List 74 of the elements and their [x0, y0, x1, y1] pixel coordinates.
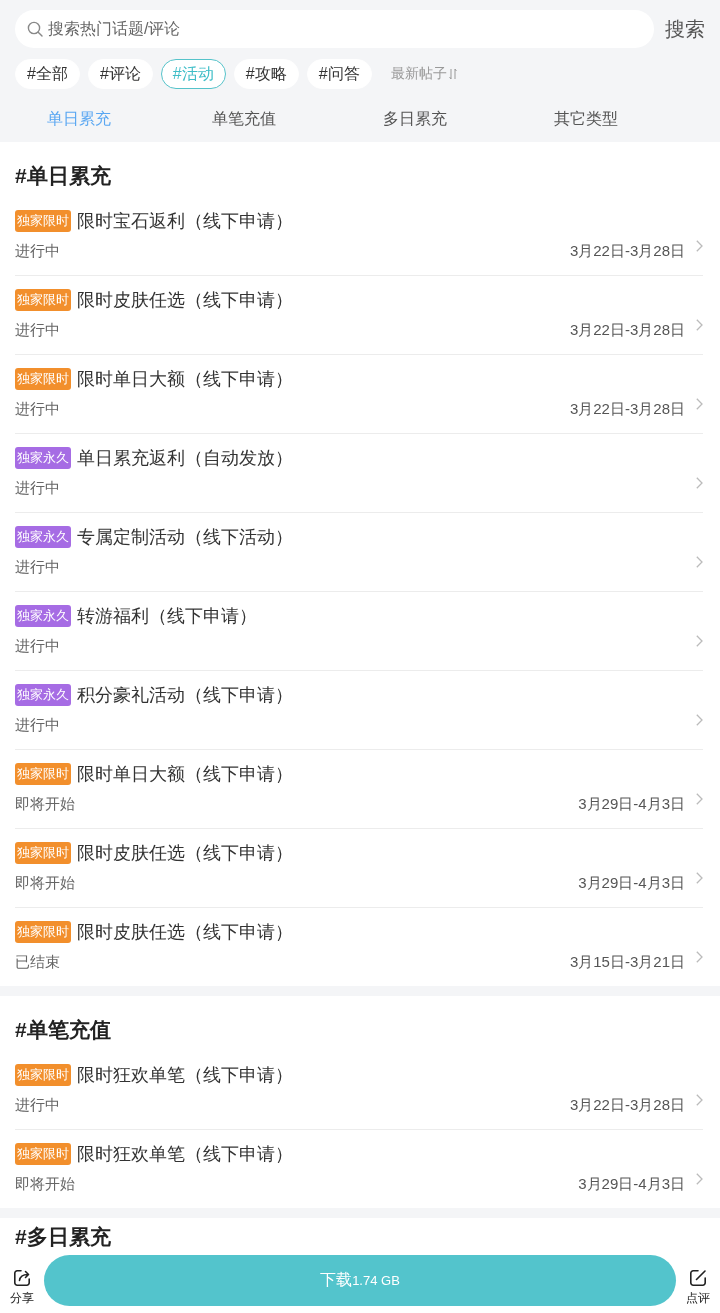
activity-tag: 独家限时 — [15, 1064, 71, 1086]
activity-status: 即将开始 — [15, 794, 75, 814]
activity-date: 3月22日-3月28日 — [569, 241, 685, 261]
share-icon[interactable] — [12, 1268, 32, 1288]
edit-icon[interactable] — [688, 1268, 708, 1288]
topic-chip[interactable]: #全部 — [15, 59, 80, 89]
activity-tag: 独家限时 — [15, 368, 71, 390]
activity-tag: 独家限时 — [15, 921, 71, 943]
section-heading: #多日累充 — [15, 1225, 111, 1248]
review-label[interactable]: 点评 — [686, 1290, 710, 1306]
activity-date: 3月22日-3月28日 — [569, 320, 685, 340]
activity-title[interactable]: 限时皮肤任选（线下申请） — [77, 840, 293, 866]
activity-title[interactable]: 限时狂欢单笔（线下申请） — [77, 1141, 293, 1167]
activity-status: 进行中 — [15, 241, 60, 261]
share-label[interactable]: 分享 — [10, 1290, 34, 1306]
activity-tag: 独家限时 — [15, 763, 71, 785]
activity-title[interactable]: 专属定制活动（线下活动） — [77, 524, 293, 550]
activity-status: 进行中 — [15, 557, 60, 577]
category-tab[interactable]: 多日累充 — [382, 107, 447, 130]
topic-chip[interactable]: #评论 — [87, 59, 153, 89]
category-tab[interactable]: 单笔充值 — [211, 107, 276, 130]
chevron-icon — [696, 1094, 703, 1106]
activity-status: 已结束 — [15, 952, 60, 972]
activity-status: 进行中 — [15, 1095, 60, 1115]
section-heading: #单日累充 — [15, 164, 111, 187]
activity-title[interactable]: 限时皮肤任选（线下申请） — [77, 919, 293, 945]
activity-title[interactable]: 限时皮肤任选（线下申请） — [77, 287, 293, 313]
activity-title[interactable]: 积分豪礼活动（线下申请） — [77, 682, 293, 708]
chevron-icon — [696, 635, 703, 647]
chevron-icon — [696, 477, 703, 489]
topic-chip[interactable]: #攻略 — [233, 59, 299, 89]
activity-tag: 独家限时 — [15, 289, 71, 311]
activity-tag: 独家永久 — [15, 447, 71, 469]
activity-tag: 独家永久 — [15, 684, 71, 706]
activity-tag: 独家永久 — [15, 526, 71, 548]
activity-status: 即将开始 — [15, 873, 75, 893]
search-icon — [27, 21, 43, 37]
activity-date: 3月29日-4月3日 — [578, 873, 685, 893]
chevron-icon — [696, 872, 703, 884]
activity-status: 进行中 — [15, 715, 60, 735]
activity-title[interactable]: 限时狂欢单笔（线下申请） — [77, 1062, 293, 1088]
sort-icon — [448, 68, 457, 80]
activity-title[interactable]: 限时单日大额（线下申请） — [77, 761, 293, 787]
chevron-icon — [696, 714, 703, 726]
activity-tag: 独家限时 — [15, 842, 71, 864]
activity-tag: 独家限时 — [15, 210, 71, 232]
activity-date: 3月22日-3月28日 — [569, 399, 685, 419]
activity-status: 进行中 — [15, 320, 60, 340]
category-tab[interactable]: 其它类型 — [553, 107, 618, 130]
activity-date: 3月29日-4月3日 — [578, 794, 685, 814]
activity-title[interactable]: 限时宝石返利（线下申请） — [77, 208, 293, 234]
activity-status: 即将开始 — [15, 1174, 75, 1194]
chevron-icon — [696, 319, 703, 331]
activity-title[interactable]: 限时单日大额（线下申请） — [77, 366, 293, 392]
activity-status: 进行中 — [15, 636, 60, 656]
activity-tag: 独家永久 — [15, 605, 71, 627]
chevron-icon — [696, 1173, 703, 1185]
chevron-icon — [696, 240, 703, 252]
chevron-icon — [696, 951, 703, 963]
activity-status: 进行中 — [15, 478, 60, 498]
activity-title[interactable]: 转游福利（线下申请） — [77, 603, 257, 629]
topic-chip[interactable]: #问答 — [306, 59, 372, 89]
activity-status: 进行中 — [15, 399, 60, 419]
search-field[interactable]: 搜索热门话题/评论 — [15, 10, 654, 48]
section-heading: #单笔充值 — [15, 1018, 111, 1041]
chevron-icon — [696, 793, 703, 805]
chevron-icon — [696, 398, 703, 410]
activity-date: 3月29日-4月3日 — [578, 1174, 685, 1194]
chevron-icon — [696, 556, 703, 568]
activity-date: 3月15日-3月21日 — [569, 952, 685, 972]
search-button[interactable]: 搜索 — [665, 16, 705, 42]
activity-date: 3月22日-3月28日 — [569, 1095, 685, 1115]
activity-tag: 独家限时 — [15, 1143, 71, 1165]
activity-title[interactable]: 单日累充返利（自动发放） — [77, 445, 293, 471]
